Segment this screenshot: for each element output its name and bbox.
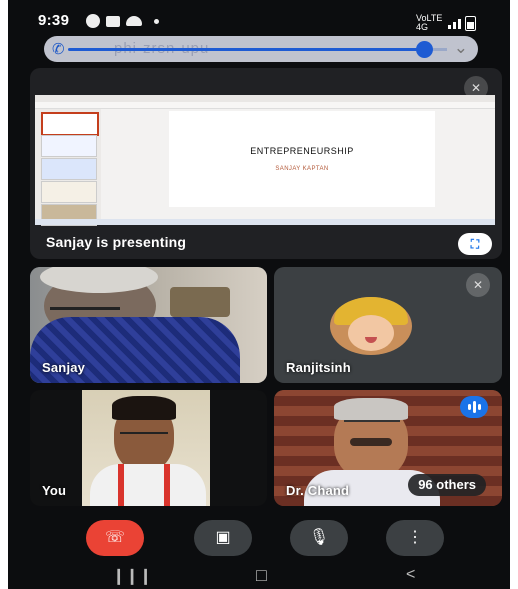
mic-toggle-button[interactable]: 🎙: [290, 520, 348, 556]
video-background-object: [170, 287, 230, 317]
home-icon[interactable]: □: [256, 565, 267, 586]
person-glasses: [50, 297, 120, 310]
fullscreen-icon: ⛶: [470, 237, 480, 251]
eye-icon: [126, 16, 142, 26]
status-time: 9:39: [38, 12, 70, 29]
call-icon: [86, 14, 100, 28]
network-status: VoLTE 4G: [416, 14, 476, 32]
phone-hangup-icon: ☏: [104, 529, 125, 546]
ppt-ribbon: [35, 102, 495, 109]
mic-icon: 🎙: [308, 529, 330, 546]
network-label: VoLTE 4G: [416, 13, 443, 32]
chevron-down-icon[interactable]: ⌄: [454, 38, 468, 58]
participant-name: Dr. Chand: [286, 483, 350, 498]
slide-thumb: [41, 181, 97, 203]
call-controls: ☏ ▣ 🎙 ⋮: [8, 512, 510, 562]
person-moustache: [350, 438, 392, 446]
notification-icons: [86, 14, 159, 28]
person-glasses: [344, 412, 400, 422]
person-shirt: [90, 464, 206, 506]
lanyard: [118, 464, 124, 506]
phone-screen: 9:39 VoLTE 4G phi-zrsn-upu ✆ ⌄ ✕: [8, 0, 510, 589]
status-bar: 9:39 VoLTE 4G: [8, 12, 510, 36]
slide-thumb: [41, 158, 97, 180]
participant-tile-dr-chand[interactable]: Dr. Chand 96 others: [274, 390, 502, 506]
slide-thumbnails: [35, 109, 101, 226]
person-glasses: [120, 424, 168, 434]
shared-screen: ENTREPRENEURSHIP SANJAY KAPTAN: [35, 95, 495, 226]
participant-name: You: [42, 483, 67, 498]
avatar-face: [348, 315, 394, 351]
camera-toggle-button[interactable]: ▣: [194, 520, 252, 556]
participant-name: Ranjitsinh: [286, 360, 351, 375]
slide-title: ENTREPRENEURSHIP: [250, 146, 354, 156]
current-slide: ENTREPRENEURSHIP SANJAY KAPTAN: [169, 111, 435, 207]
dot-icon: [154, 18, 159, 24]
mic-off-icon: ✕: [466, 273, 490, 297]
volume-track[interactable]: [68, 48, 428, 51]
call-volume-icon: ✆: [52, 41, 65, 58]
gallery-icon: [106, 15, 120, 27]
slide-thumb: [41, 112, 99, 136]
participant-tile-ranjitsinh[interactable]: ✕ Ranjitsinh: [274, 267, 502, 383]
ppt-titlebar: [35, 95, 495, 102]
battery-icon: [465, 15, 476, 31]
speaking-indicator: [460, 396, 488, 418]
back-icon[interactable]: <: [406, 566, 415, 584]
person-hair: [112, 396, 176, 420]
participant-name: Sanjay: [42, 360, 86, 375]
recents-icon[interactable]: ❙❙❙: [112, 566, 152, 586]
slide-subtitle: SANJAY KAPTAN: [275, 166, 329, 172]
volume-overlay[interactable]: phi-zrsn-upu ✆ ⌄: [44, 36, 478, 62]
presenting-caption: Sanjay is presenting: [46, 234, 187, 250]
avatar: [330, 297, 412, 355]
more-vert-icon: ⋮: [407, 529, 423, 546]
end-call-button[interactable]: ☏: [86, 520, 144, 556]
participant-tile-you[interactable]: You: [30, 390, 267, 506]
system-navigation-bar: ❙❙❙ □ <: [8, 565, 510, 589]
others-badge[interactable]: 96 others: [408, 474, 486, 496]
signal-icon: [448, 18, 461, 29]
slide-thumb: [41, 135, 97, 157]
more-options-button[interactable]: ⋮: [386, 520, 444, 556]
taskbar: [35, 219, 495, 225]
volume-track-rest: [433, 48, 447, 51]
videocam-icon: ▣: [215, 529, 231, 546]
presentation-tile[interactable]: ✕ ENTREPRENEURSHIP SANJAY KAPTAN Sanjay …: [30, 68, 502, 259]
fullscreen-button[interactable]: ⛶: [458, 233, 492, 255]
lanyard: [164, 464, 170, 506]
volume-slider-handle[interactable]: [416, 41, 433, 58]
participant-tile-sanjay[interactable]: Sanjay: [30, 267, 267, 383]
